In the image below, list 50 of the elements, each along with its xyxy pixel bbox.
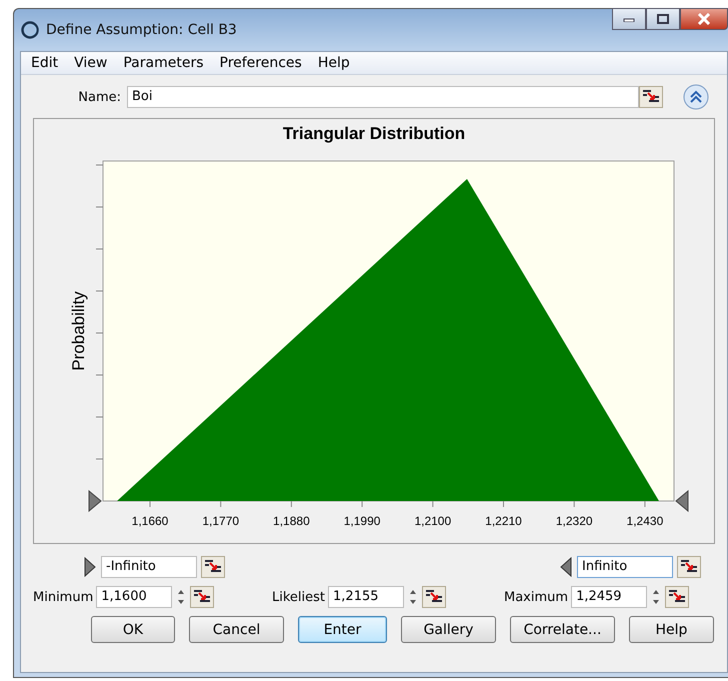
parameter-field[interactable]: 1,1600 <box>96 586 172 608</box>
ring-icon <box>20 20 40 40</box>
cell-reference-icon[interactable] <box>677 556 701 578</box>
left-triangle-icon <box>559 557 573 577</box>
upper-bound-field[interactable]: Infinito <box>577 556 673 578</box>
dialog-button[interactable]: OK <box>91 616 175 643</box>
close-button[interactable] <box>680 8 728 30</box>
cell-reference-icon[interactable] <box>201 556 225 578</box>
lower-bound-field[interactable]: -Infinito <box>101 556 197 578</box>
parameter-label: Likeliest <box>272 590 326 604</box>
cell-reference-icon[interactable] <box>665 586 690 608</box>
name-label: Name: <box>77 90 121 104</box>
window-title: Define Assumption: Cell B3 <box>46 22 237 38</box>
cell-reference-icon[interactable] <box>190 586 214 608</box>
upper-bound-handle[interactable] <box>675 490 688 512</box>
minimize-button[interactable] <box>612 8 646 30</box>
dialog-button[interactable]: Help <box>629 616 714 643</box>
chart-title: Triangular Distribution <box>282 124 466 143</box>
x-tick-label: 1,2430 <box>626 514 664 528</box>
menu-item[interactable]: Preferences <box>212 55 310 71</box>
close-icon <box>697 13 711 25</box>
x-tick-label: 1,1660 <box>132 514 168 528</box>
x-tick-label: 1,1880 <box>273 514 310 528</box>
dialog-button[interactable]: Cancel <box>189 616 284 643</box>
menu-item[interactable]: Edit <box>23 55 66 71</box>
x-tick-label: 1,2320 <box>556 514 593 528</box>
x-tick-label: 1,1990 <box>344 514 380 528</box>
menu-item[interactable]: Parameters <box>115 55 212 71</box>
cell-reference-icon[interactable] <box>422 586 446 608</box>
right-triangle-icon <box>83 557 97 577</box>
parameter-label: Maximum <box>504 590 568 604</box>
cell-reference-icon[interactable] <box>639 86 663 108</box>
minimize-icon <box>623 16 635 22</box>
parameter-field[interactable]: 1,2155 <box>328 586 404 608</box>
menu-item[interactable]: Help <box>310 55 358 71</box>
menu-item[interactable]: View <box>66 55 116 71</box>
y-axis-label: Probability <box>69 291 88 371</box>
name-field[interactable]: Boi <box>127 86 639 108</box>
parameter-field[interactable]: 1,2459 <box>571 586 648 608</box>
x-tick-label: 1,2100 <box>414 514 452 528</box>
dialog-button[interactable]: Enter <box>298 616 387 643</box>
maximize-button[interactable] <box>646 8 680 30</box>
maximize-icon <box>657 14 669 24</box>
x-tick-label: 1,1770 <box>202 514 240 528</box>
x-tick-label: 1,2210 <box>485 514 522 528</box>
dialog-button[interactable]: Correlate... <box>510 616 615 643</box>
parameter-label: Minimum <box>33 590 94 604</box>
lower-bound-handle[interactable] <box>88 490 102 512</box>
dialog-button[interactable]: Gallery <box>401 616 496 643</box>
collapse-icon[interactable] <box>683 84 709 110</box>
